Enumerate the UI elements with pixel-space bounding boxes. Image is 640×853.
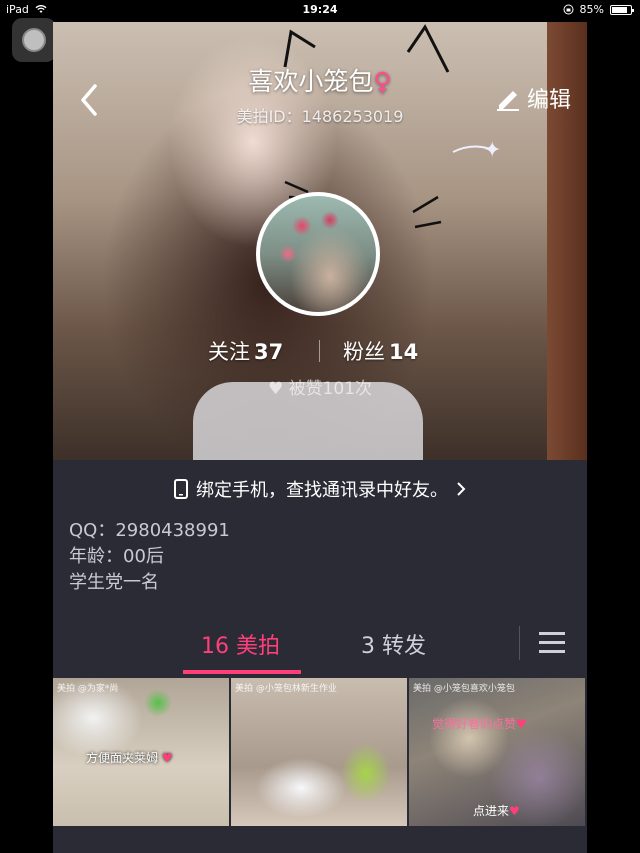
video-thumbnail[interactable]: 美拍 @小笼包林新生作业 [231, 678, 407, 826]
profile-screen: ✦ 喜欢小笼包♀ 美拍ID：1486253019 编辑 关注 37 粉丝 14 ♥ … [53, 22, 587, 853]
qq-line: QQ：2980438991 [69, 520, 230, 541]
thumbnail-tag: 美拍 @小笼包林新生作业 [235, 684, 337, 694]
svg-text:✦: ✦ [483, 138, 501, 163]
edit-button[interactable]: 编辑 [495, 82, 571, 114]
chevron-right-icon [457, 482, 466, 496]
avatar[interactable] [256, 192, 380, 316]
pencil-icon [496, 91, 519, 111]
age-line: 年龄：00后 [69, 546, 164, 567]
follow-label: 关注 [208, 340, 250, 364]
follow-count: 37 [254, 340, 284, 364]
stats-divider [319, 340, 320, 362]
active-tab-indicator [183, 670, 301, 674]
fans-label: 粉丝 [343, 340, 385, 364]
thumbnail-caption: 觉得好看的点赞♥ [432, 717, 527, 731]
phone-icon [174, 479, 188, 499]
fans-stat[interactable]: 粉丝 14 [343, 336, 418, 366]
lock-rotation-icon [563, 4, 574, 15]
thumbnail-tag: 美拍 @为家*尚 [57, 684, 119, 694]
profile-info: QQ：2980438991 年龄：00后 学生党一名 [69, 518, 230, 596]
heart-icon: ♥ [267, 379, 284, 399]
nickname-text: 喜欢小笼包 [248, 67, 374, 96]
thumbnail-tag: 美拍 @小笼包喜欢小笼包 [413, 684, 515, 694]
bio-line: 学生党一名 [69, 572, 159, 593]
tab-meipai[interactable]: 16 美拍 [201, 628, 280, 660]
thumbnail-caption-secondary: 点进来♥ [473, 804, 520, 818]
tab-reposts[interactable]: 3 转发 [361, 628, 426, 660]
battery-icon [610, 4, 634, 15]
status-time: 19:24 [302, 3, 338, 16]
menu-icon[interactable] [539, 632, 565, 654]
bind-phone-text: 绑定手机，查找通讯录中好友。 [196, 480, 448, 501]
edit-label: 编辑 [526, 88, 571, 113]
tab-divider [519, 626, 520, 660]
likes-text: 被赞101次 [288, 379, 373, 399]
video-thumbnail[interactable]: 美拍 @为家*尚 方便面夹莱姆 ♥ [53, 678, 229, 826]
bind-phone-banner[interactable]: 绑定手机，查找通讯录中好友。 [53, 474, 587, 504]
follow-stat[interactable]: 关注 37 [208, 336, 283, 366]
likes-summary: ♥ 被赞101次 [53, 374, 587, 399]
content-tabs: 16 美拍 3 转发 [53, 620, 587, 676]
thumbnail-caption: 方便面夹莱姆 ♥ [86, 751, 173, 765]
assistive-touch-button[interactable] [12, 18, 56, 62]
video-grid: 美拍 @为家*尚 方便面夹莱姆 ♥ 美拍 @小笼包林新生作业 美拍 @小笼包喜欢… [53, 678, 587, 826]
fans-count: 14 [389, 340, 419, 364]
video-thumbnail[interactable]: 美拍 @小笼包喜欢小笼包 觉得好看的点赞♥ 点进来♥ [409, 678, 585, 826]
gender-icon: ♀ [373, 67, 392, 96]
status-bar: iPad 19:24 85% [0, 0, 640, 20]
battery-percent: 85% [579, 3, 604, 16]
